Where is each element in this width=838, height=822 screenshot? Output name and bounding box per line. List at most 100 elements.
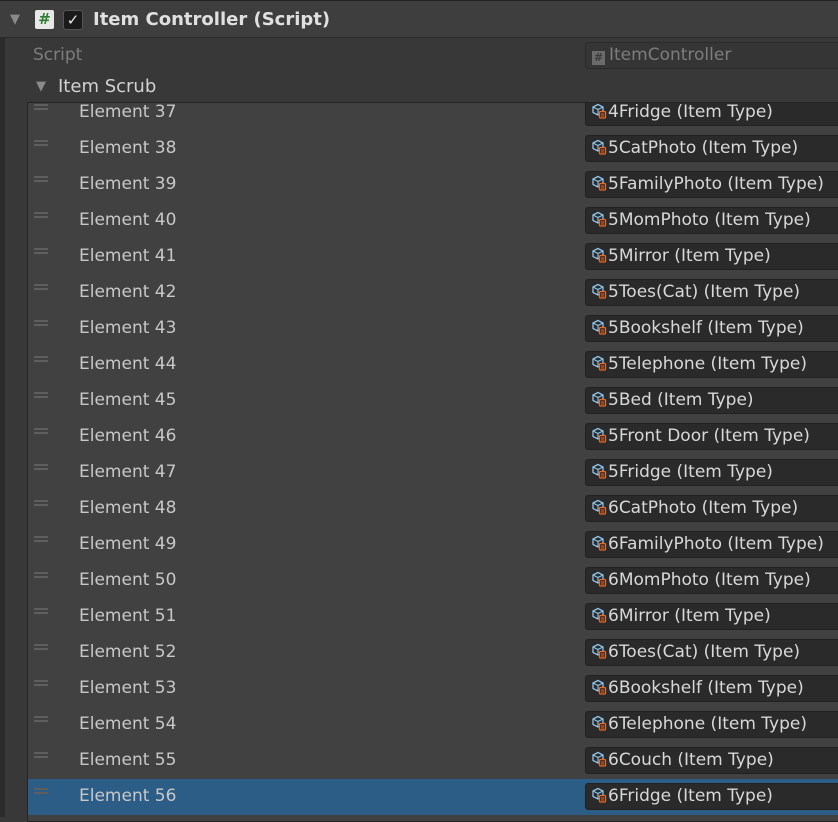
drag-handle-icon[interactable] — [34, 644, 48, 650]
list-item[interactable]: Element 43 5Bookshelf (Item Type) — [28, 311, 838, 347]
drag-handle-icon[interactable] — [34, 464, 48, 470]
item-type-value: 5Toes(Cat) (Item Type) — [608, 282, 801, 302]
item-type-value: 6MomPhoto (Item Type) — [608, 570, 811, 590]
item-scrub-foldout[interactable]: ▼ Item Scrub — [0, 74, 838, 102]
item-type-value: 5CatPhoto (Item Type) — [608, 138, 799, 158]
drag-handle-icon[interactable] — [34, 572, 48, 578]
list-item[interactable]: Element 38 5CatPhoto (Item Type) — [28, 131, 838, 167]
item-type-object-field[interactable]: 5Front Door (Item Type) — [585, 423, 838, 450]
element-label: Element 44 — [79, 354, 177, 374]
list-item[interactable]: Element 39 5FamilyPhoto (Item Type) — [28, 167, 838, 203]
item-type-value: 5MomPhoto (Item Type) — [608, 210, 811, 230]
item-type-object-field[interactable]: 4Fridge (Item Type) — [585, 103, 838, 126]
item-type-object-field[interactable]: 6Fridge (Item Type) — [585, 783, 838, 810]
element-label: Element 47 — [79, 462, 177, 482]
drag-handle-icon[interactable] — [34, 104, 48, 110]
item-type-object-field[interactable]: 5Mirror (Item Type) — [585, 243, 838, 270]
list-item[interactable]: Element 56 6Fridge (Item Type) — [28, 779, 838, 815]
item-type-object-field[interactable]: 6CatPhoto (Item Type) — [585, 495, 838, 522]
drag-handle-icon[interactable] — [34, 248, 48, 254]
script-field-value: ItemController — [609, 45, 732, 65]
item-type-object-field[interactable]: 5Bed (Item Type) — [585, 387, 838, 414]
drag-handle-icon[interactable] — [34, 284, 48, 290]
element-label: Element 49 — [79, 534, 177, 554]
drag-handle-icon[interactable] — [34, 212, 48, 218]
item-type-value: 5Front Door (Item Type) — [608, 426, 810, 446]
scriptable-object-icon — [591, 211, 607, 227]
list-item[interactable]: Element 49 6FamilyPhoto (Item Type) — [28, 527, 838, 563]
item-type-value: 6Toes(Cat) (Item Type) — [608, 642, 801, 662]
item-type-object-field[interactable]: 5Telephone (Item Type) — [585, 351, 838, 378]
drag-handle-icon[interactable] — [34, 536, 48, 542]
item-scrub-list[interactable]: Element 37 4Fridge (Item Type) Element 38 5… — [27, 102, 838, 822]
element-label: Element 42 — [79, 282, 177, 302]
drag-handle-icon[interactable] — [34, 608, 48, 614]
list-item[interactable]: Element 55 6Couch (Item Type) — [28, 743, 838, 779]
drag-handle-icon[interactable] — [34, 752, 48, 758]
list-item[interactable]: Element 47 5Fridge (Item Type) — [28, 455, 838, 491]
element-label: Element 56 — [79, 786, 177, 806]
element-label: Element 41 — [79, 246, 177, 266]
component-title: Item Controller (Script) — [93, 9, 331, 30]
drag-handle-icon[interactable] — [34, 716, 48, 722]
list-item[interactable]: Element 37 4Fridge (Item Type) — [28, 103, 838, 131]
scriptable-object-icon — [591, 319, 607, 335]
scriptable-object-icon — [591, 643, 607, 659]
drag-handle-icon[interactable] — [34, 140, 48, 146]
item-type-object-field[interactable]: 6MomPhoto (Item Type) — [585, 567, 838, 594]
list-item[interactable]: Element 48 6CatPhoto (Item Type) — [28, 491, 838, 527]
drag-handle-icon[interactable] — [34, 680, 48, 686]
enable-checkbox[interactable]: ✓ — [63, 10, 83, 30]
list-item[interactable]: Element 42 5Toes(Cat) (Item Type) — [28, 275, 838, 311]
drag-handle-icon[interactable] — [34, 356, 48, 362]
item-type-object-field[interactable]: 6Mirror (Item Type) — [585, 603, 838, 630]
foldout-arrow-icon[interactable]: ▼ — [36, 79, 46, 94]
item-type-object-field[interactable]: 6Couch (Item Type) — [585, 747, 838, 774]
list-item[interactable]: Element 41 5Mirror (Item Type) — [28, 239, 838, 275]
drag-handle-icon[interactable] — [34, 428, 48, 434]
list-item[interactable]: Element 51 6Mirror (Item Type) — [28, 599, 838, 635]
list-item[interactable]: Element 46 5Front Door (Item Type) — [28, 419, 838, 455]
element-label: Element 53 — [79, 678, 177, 698]
list-item[interactable]: Element 44 5Telephone (Item Type) — [28, 347, 838, 383]
scriptable-object-icon — [591, 175, 607, 191]
item-type-value: 5Bookshelf (Item Type) — [608, 318, 804, 338]
drag-handle-icon[interactable] — [34, 392, 48, 398]
script-object-field[interactable]: # ItemController — [585, 42, 838, 69]
script-label: Script — [33, 45, 83, 65]
item-type-object-field[interactable]: 6Bookshelf (Item Type) — [585, 675, 838, 702]
item-type-object-field[interactable]: 6Toes(Cat) (Item Type) — [585, 639, 838, 666]
component-header[interactable]: ▼ # ✓ Item Controller (Script) — [0, 0, 838, 38]
foldout-arrow-icon[interactable]: ▼ — [10, 12, 20, 27]
item-type-object-field[interactable]: 5CatPhoto (Item Type) — [585, 135, 838, 162]
element-label: Element 40 — [79, 210, 177, 230]
scriptable-object-icon — [591, 571, 607, 587]
item-type-object-field[interactable]: 6Telephone (Item Type) — [585, 711, 838, 738]
list-item[interactable]: Element 40 5MomPhoto (Item Type) — [28, 203, 838, 239]
scriptable-object-icon — [591, 535, 607, 551]
drag-handle-icon[interactable] — [34, 788, 48, 794]
script-file-icon: # — [592, 51, 605, 65]
drag-handle-icon[interactable] — [34, 176, 48, 182]
script-icon: # — [35, 10, 54, 29]
scriptable-object-icon — [591, 247, 607, 263]
item-type-object-field[interactable]: 5Fridge (Item Type) — [585, 459, 838, 486]
drag-handle-icon[interactable] — [34, 320, 48, 326]
list-item[interactable]: Element 50 6MomPhoto (Item Type) — [28, 563, 838, 599]
list-item[interactable]: Element 54 6Telephone (Item Type) — [28, 707, 838, 743]
element-label: Element 48 — [79, 498, 177, 518]
drag-handle-icon[interactable] — [34, 500, 48, 506]
element-label: Element 50 — [79, 570, 177, 590]
scriptable-object-icon — [591, 679, 607, 695]
item-type-object-field[interactable]: 5Toes(Cat) (Item Type) — [585, 279, 838, 306]
item-type-value: 5Bed (Item Type) — [608, 390, 754, 410]
list-item[interactable]: Element 53 6Bookshelf (Item Type) — [28, 671, 838, 707]
item-type-object-field[interactable]: 5MomPhoto (Item Type) — [585, 207, 838, 234]
list-item[interactable]: Element 45 5Bed (Item Type) — [28, 383, 838, 419]
item-type-object-field[interactable]: 5FamilyPhoto (Item Type) — [585, 171, 838, 198]
scriptable-object-icon — [591, 715, 607, 731]
item-type-object-field[interactable]: 6FamilyPhoto (Item Type) — [585, 531, 838, 558]
scriptable-object-icon — [591, 139, 607, 155]
item-type-object-field[interactable]: 5Bookshelf (Item Type) — [585, 315, 838, 342]
list-item[interactable]: Element 52 6Toes(Cat) (Item Type) — [28, 635, 838, 671]
